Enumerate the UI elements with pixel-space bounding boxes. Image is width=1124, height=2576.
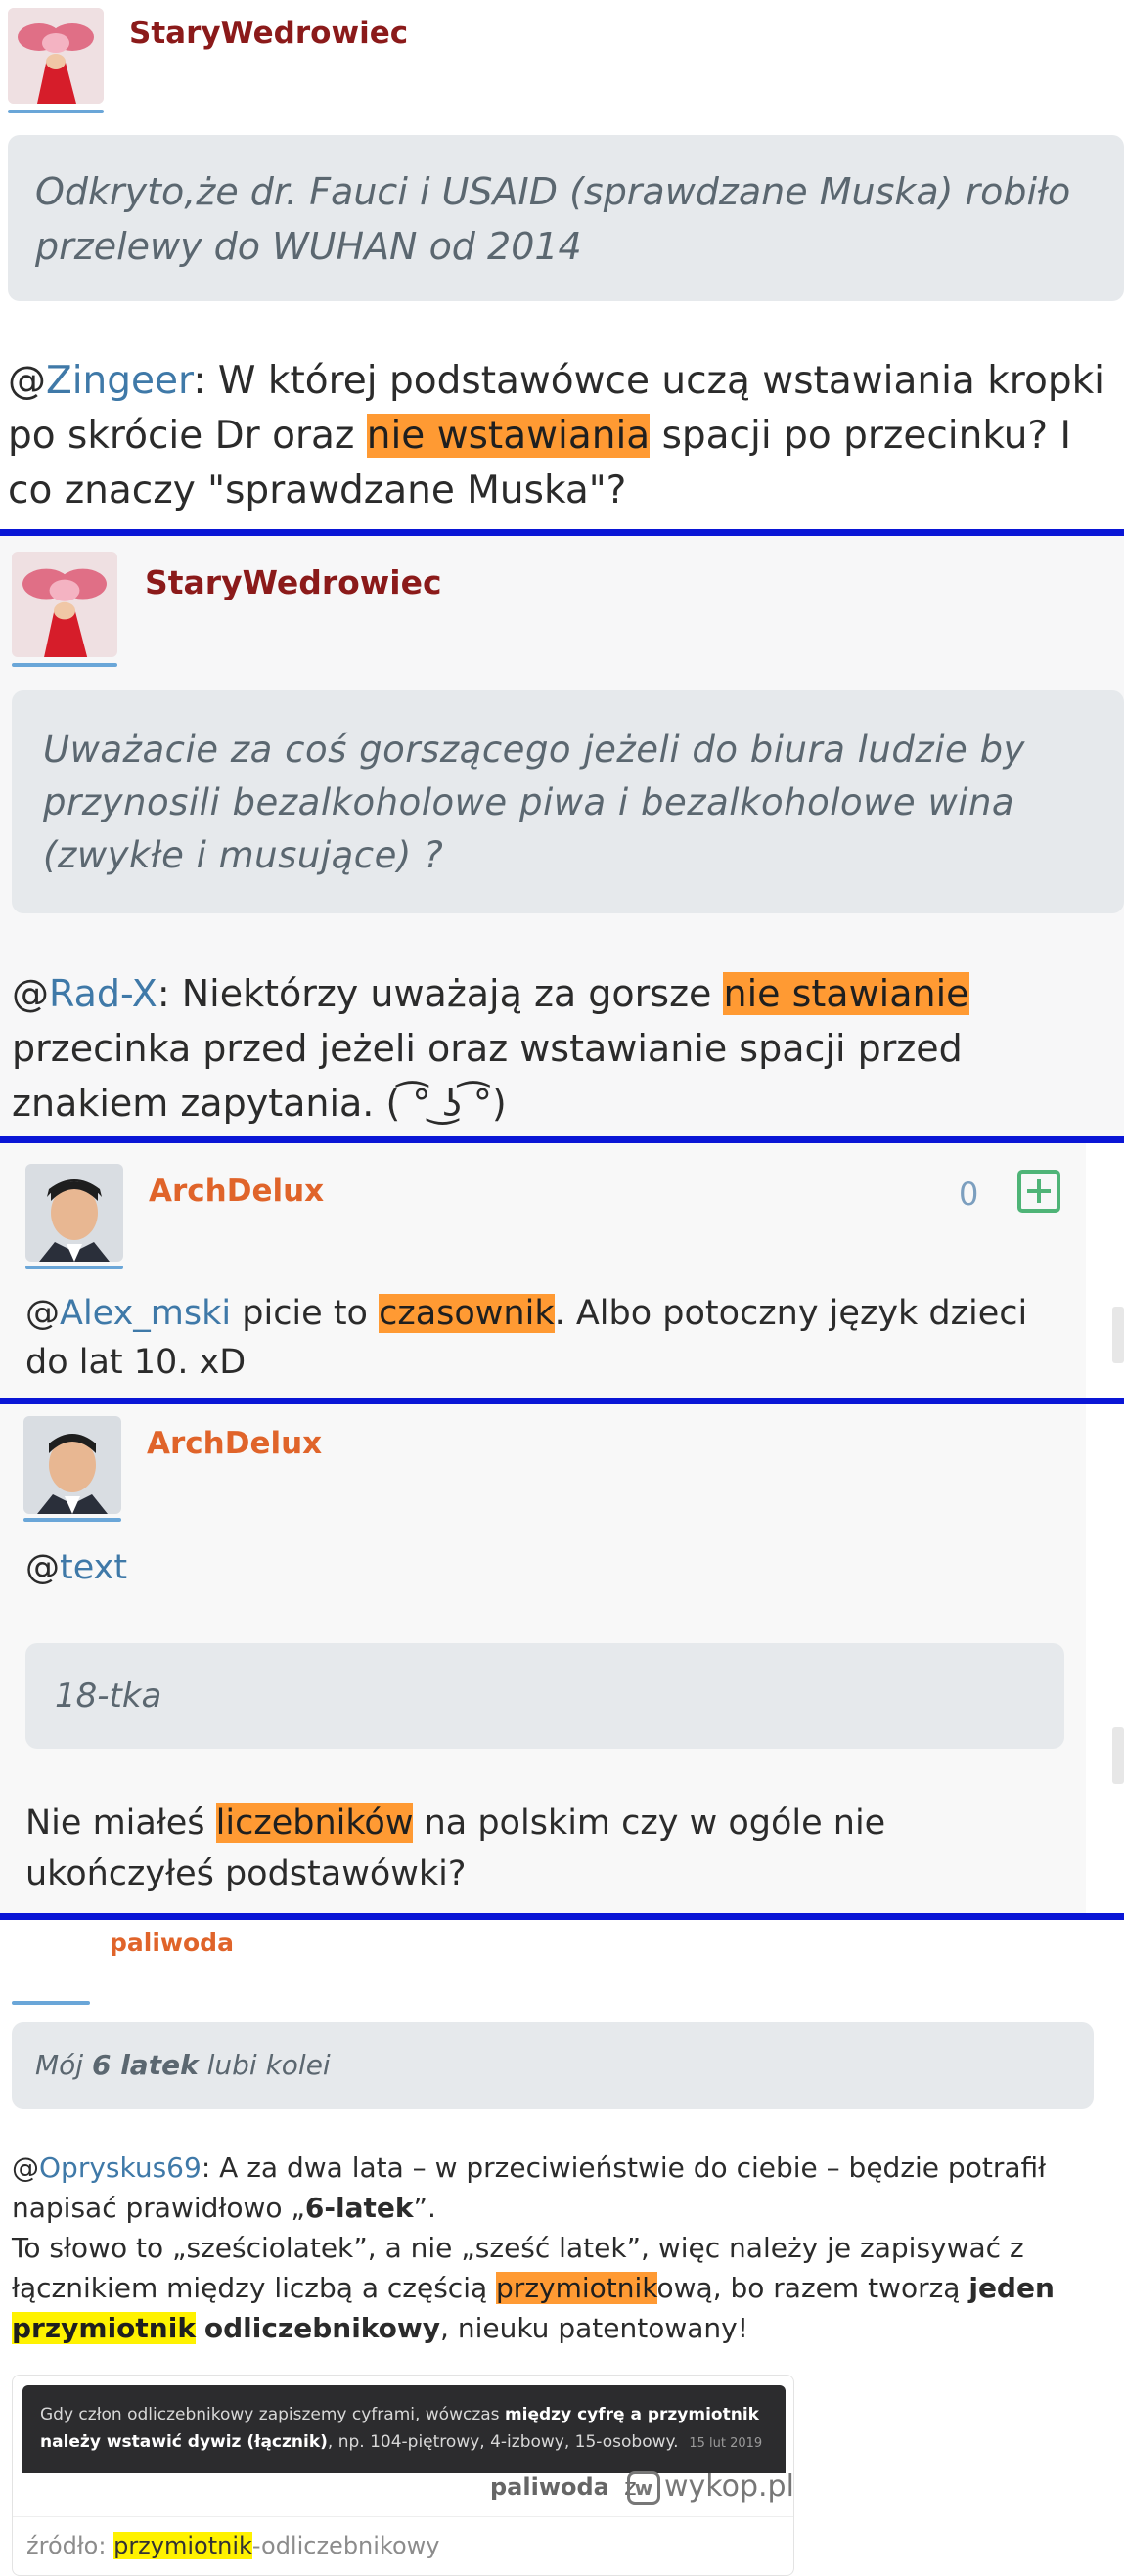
- author-name[interactable]: paliwoda: [110, 1929, 234, 1957]
- comment-text: przecinka przed jeżeli oraz wstawianie s…: [12, 1027, 963, 1125]
- comment-body: @Alex_mski picie to czasownik. Albo poto…: [25, 1289, 1072, 1387]
- comment-body: @Opryskus69: A za dwa lata – w przeciwie…: [12, 2148, 1098, 2348]
- mention-link[interactable]: Alex_mski: [60, 1294, 231, 1333]
- mention-at: @: [8, 359, 46, 403]
- quote-text: 18-tka: [55, 1676, 162, 1715]
- plus-vote-button[interactable]: [1017, 1170, 1060, 1213]
- search-highlight: przymiotnik: [12, 2312, 196, 2344]
- search-highlight: liczebników: [215, 1803, 414, 1843]
- comment-paragraph: To słowo to „sześciolatek”, a nie „sześć…: [12, 2228, 1098, 2348]
- quote-text-bold: 6 latek: [91, 2049, 199, 2081]
- avatar-underline: [12, 663, 117, 667]
- separator-line: [0, 529, 1124, 536]
- quote-block: Odkryto,że dr. Fauci i USAID (sprawdzane…: [8, 135, 1124, 301]
- avatar-underline: [8, 110, 104, 113]
- scrollbar-thumb[interactable]: [1112, 1307, 1124, 1363]
- embed-attribution: paliwoda z: [490, 2473, 637, 2501]
- quote-text: Mój: [35, 2049, 92, 2081]
- avatar-underline: [25, 1266, 123, 1269]
- mention-at: @: [12, 2152, 39, 2184]
- embed-card[interactable]: Gdy człon odliczebnikowy zapiszemy cyfra…: [12, 2375, 794, 2576]
- comment-text-bold: 6-latek: [304, 2192, 414, 2224]
- comment-body: Nie miałeś liczebników na polskim czy w …: [25, 1798, 1062, 1899]
- search-highlight: przymiotnik: [113, 2532, 252, 2559]
- comment-paragraph: @Opryskus69: A za dwa lata – w przeciwie…: [12, 2148, 1098, 2228]
- quote-text: Odkryto,że dr. Fauci i USAID (sprawdzane…: [35, 170, 1071, 268]
- embed-image-text: Gdy człon odliczebnikowy zapiszemy cyfra…: [40, 2405, 763, 2452]
- separator-line: [0, 1398, 1124, 1404]
- brand-name: wykop.pl: [664, 2469, 794, 2504]
- avatar-underline: [12, 2001, 90, 2005]
- quote-block: Uważacie za coś gorszącego jeżeli do biu…: [12, 690, 1124, 913]
- comment-text: ową, bo razem tworzą: [656, 2272, 969, 2304]
- separator-line: [0, 1136, 1124, 1143]
- plus-icon: [1027, 1179, 1051, 1203]
- embed-source: źródło: przymiotnik-odliczebnikowy: [26, 2532, 440, 2559]
- comment-text: : Niektórzy uważają za gorsze: [157, 972, 724, 1015]
- scrollbar-thumb[interactable]: [1112, 1727, 1124, 1784]
- search-highlight: nie wstawiania: [366, 414, 651, 458]
- quote-text: lubi kolei: [198, 2049, 331, 2081]
- wykop-logo-icon: w: [627, 2471, 660, 2505]
- comment-text: Nie miałeś: [25, 1803, 216, 1843]
- author-name[interactable]: ArchDelux: [149, 1174, 324, 1209]
- avatar[interactable]: [12, 552, 117, 657]
- comment-text-bold: odliczebnikowy: [203, 2312, 441, 2344]
- quote-text: Uważacie za coś gorszącego jeżeli do biu…: [43, 729, 1025, 876]
- mention-link[interactable]: Zingeer: [46, 359, 193, 403]
- vote-count: 0: [959, 1176, 979, 1213]
- avatar[interactable]: [25, 1164, 123, 1262]
- comment-body: @Rad-X: Niektórzy uważają za gorsze nie …: [12, 966, 1119, 1131]
- search-highlight: przymiotnik: [496, 2272, 657, 2304]
- embed-divider: [13, 2516, 793, 2517]
- quote-block: Mój 6 latek lubi kolei: [12, 2022, 1094, 2109]
- comment-text: , nieuku patentowany!: [440, 2312, 748, 2344]
- comment-text-bold: jeden: [968, 2272, 1055, 2304]
- mention-at: @: [25, 1294, 60, 1333]
- comment-text: ”.: [413, 2192, 436, 2224]
- mention-at: @: [25, 1548, 60, 1587]
- comment-body: @Zingeer: W której podstawówce uczą wsta…: [8, 354, 1118, 518]
- search-highlight: czasownik: [379, 1294, 555, 1333]
- avatar-underline: [23, 1518, 121, 1522]
- search-highlight: nie stawianie: [723, 972, 969, 1015]
- comment-text: picie to: [231, 1294, 380, 1333]
- embed-date: 15 lut 2019: [689, 2436, 763, 2451]
- quote-block: 18-tka: [25, 1643, 1064, 1749]
- author-name[interactable]: ArchDelux: [147, 1426, 322, 1461]
- avatar[interactable]: [23, 1416, 121, 1514]
- avatar[interactable]: [8, 8, 104, 104]
- mention-at: @: [12, 972, 49, 1015]
- author-name[interactable]: StaryWedrowiec: [129, 16, 408, 51]
- comment-body: @text: [25, 1543, 127, 1592]
- mention-link[interactable]: Opryskus69: [39, 2152, 202, 2184]
- mention-link[interactable]: text: [60, 1548, 127, 1587]
- mention-link[interactable]: Rad-X: [49, 972, 157, 1015]
- author-name[interactable]: StaryWedrowiec: [145, 563, 442, 601]
- separator-line: [0, 1913, 1124, 1920]
